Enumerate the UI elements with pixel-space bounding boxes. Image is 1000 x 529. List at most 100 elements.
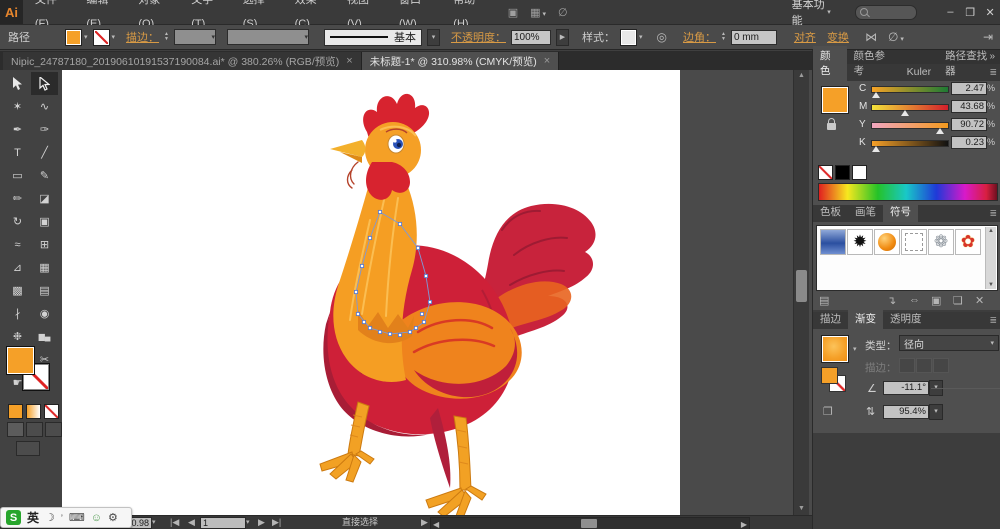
column-graph-tool[interactable]: ▆▄ <box>31 325 58 348</box>
tab-transparency[interactable]: 透明度 <box>883 309 929 329</box>
stroke-weight-dropdown[interactable]: ▾ <box>174 29 216 45</box>
sphere-symbol[interactable] <box>874 229 900 255</box>
pen-tool[interactable]: ✒ <box>4 118 31 141</box>
magenta-slider[interactable] <box>871 104 949 111</box>
pencil-tool[interactable]: ✏ <box>4 187 31 210</box>
symbols-scrollbar[interactable]: ▲ ▼ <box>985 227 996 289</box>
vertical-scroll-thumb[interactable] <box>796 270 807 302</box>
artboard-number-field[interactable] <box>200 517 246 529</box>
stroke-color-button[interactable]: ▾ <box>93 29 116 46</box>
color-spectrum-bar[interactable] <box>818 183 998 201</box>
panel-menu-icon[interactable]: ≣ <box>989 315 997 326</box>
scroll-up-icon[interactable]: ▲ <box>794 70 809 82</box>
stroke-along-button[interactable] <box>916 358 932 373</box>
moon-icon[interactable]: ☽ <box>45 511 55 524</box>
cyan-value[interactable]: 2.47 <box>951 82 987 95</box>
transform-link[interactable]: 变换 <box>827 29 849 45</box>
ime-toolbar[interactable]: S 英 ☽ ’ ⌨ ☺ ⚙ <box>0 507 132 528</box>
magenta-value[interactable]: 43.68 <box>951 100 987 113</box>
status-expand-icon[interactable]: ▶ <box>421 516 428 529</box>
align-link[interactable]: 对齐 <box>794 29 816 45</box>
corner-field[interactable] <box>731 30 777 45</box>
yellow-slider[interactable] <box>871 122 949 129</box>
magic-wand-tool[interactable]: ✶ <box>4 95 31 118</box>
symbol-libraries-icon[interactable]: ▤ <box>819 294 829 307</box>
minimize-button[interactable]: – <box>941 6 961 18</box>
brush-chevron-button[interactable]: ▾ <box>427 29 440 46</box>
isolate-selected-icon[interactable]: ∅▾ <box>885 30 907 44</box>
gradient-button[interactable] <box>26 404 41 419</box>
yellow-value[interactable]: 90.72 <box>951 118 987 131</box>
none-swatch[interactable] <box>818 165 833 180</box>
black-swatch[interactable] <box>835 165 850 180</box>
restore-button[interactable]: ❐ <box>960 6 980 19</box>
align-art-icon[interactable]: ⋈ <box>862 30 880 44</box>
cyan-slider[interactable] <box>871 86 949 93</box>
tab-symbols[interactable]: 符号 <box>883 202 918 222</box>
rooster-illustration[interactable] <box>62 70 680 515</box>
white-swatch[interactable] <box>852 165 867 180</box>
ime-language-label[interactable]: 英 <box>27 509 39 526</box>
artboard[interactable] <box>62 70 680 515</box>
gradient-chevron-icon[interactable]: ▾ <box>853 345 857 353</box>
gradient-tool[interactable]: ▤ <box>31 279 58 302</box>
tab-color[interactable]: 颜色 <box>813 46 847 81</box>
panel-menu-icon[interactable]: ≣ <box>989 67 997 78</box>
scroll-down-icon[interactable]: ▼ <box>794 503 809 515</box>
stroke-across-button[interactable] <box>933 358 949 373</box>
perspective-grid-tool[interactable]: ⊿ <box>4 256 31 279</box>
opacity-link[interactable]: 不透明度： <box>451 29 506 45</box>
mesh-tool[interactable]: ▦ <box>31 256 58 279</box>
color-button[interactable] <box>8 404 23 419</box>
scroll-right-icon[interactable]: ▶ <box>741 518 747 529</box>
direct-selection-tool[interactable] <box>31 72 58 95</box>
opacity-expand-button[interactable]: ▶ <box>556 29 569 46</box>
symbol-sprayer-tool[interactable]: ❉ <box>4 325 31 348</box>
tab-gradient[interactable]: 渐变 <box>848 309 883 329</box>
first-artboard-icon[interactable]: |◀ <box>170 516 179 529</box>
arrange-documents-icon[interactable]: ▦▾ <box>524 6 552 19</box>
search-input[interactable] <box>855 5 917 20</box>
fill-proxy-swatch[interactable] <box>6 346 35 375</box>
shape-builder-tool[interactable]: ⊞ <box>31 233 58 256</box>
person-icon[interactable]: ☺ <box>91 512 102 524</box>
canvas-area[interactable]: ▲ ▼ <box>62 70 812 515</box>
blob-brush-tool[interactable]: ✑ <box>31 118 58 141</box>
black-slider[interactable] <box>871 140 949 147</box>
tab-kuler[interactable]: Kuler <box>900 64 939 81</box>
horizontal-scrollbar[interactable]: ◀ ▶ <box>430 517 750 529</box>
scroll-left-icon[interactable]: ◀ <box>433 518 439 529</box>
scroll-up-icon[interactable]: ▲ <box>986 227 996 235</box>
gradient-type-dropdown[interactable]: 径向 ▾ <box>899 335 999 351</box>
fill-color-button[interactable]: ▾ <box>65 29 88 46</box>
zoom-dropdown-icon[interactable]: ▾ <box>152 516 156 529</box>
gradient-swatch[interactable] <box>821 335 849 363</box>
tab-stroke[interactable]: 描边 <box>813 309 848 329</box>
ink-splat-symbol[interactable]: ✹ <box>847 229 873 255</box>
tab-document-1[interactable]: Nipic_24787180_20190610191537190084.ai* … <box>3 52 362 70</box>
corner-link[interactable]: 边角： <box>683 29 716 45</box>
stroke-weight-stepper[interactable]: ▲ ▼ <box>164 32 169 42</box>
opacity-field[interactable] <box>511 30 551 45</box>
pattern-tool[interactable]: ▩ <box>4 279 31 302</box>
selection-tool[interactable] <box>4 72 31 95</box>
brush-definition-dropdown[interactable]: 基本 <box>324 29 422 46</box>
close-icon[interactable]: × <box>544 55 550 67</box>
symbol-options-icon[interactable]: ▣ <box>931 294 941 307</box>
lasso-tool[interactable]: ∿ <box>31 95 58 118</box>
prev-artboard-icon[interactable]: ◀ <box>188 516 195 529</box>
vertical-scrollbar[interactable]: ▲ ▼ <box>793 70 809 515</box>
horizontal-scroll-thumb[interactable] <box>581 519 597 528</box>
last-artboard-icon[interactable]: ▶| <box>272 516 281 529</box>
workspace-switcher[interactable]: 基本功能 <box>792 0 826 28</box>
width-tool[interactable]: ≈ <box>4 233 31 256</box>
sogou-logo[interactable]: S <box>6 510 21 525</box>
panel-menu-icon[interactable]: ≣ <box>989 208 997 219</box>
draw-behind-button[interactable] <box>26 422 43 437</box>
next-artboard-icon[interactable]: ▶ <box>258 516 265 529</box>
cs-live-icon[interactable]: ∅ <box>552 6 574 19</box>
none-button[interactable] <box>44 404 59 419</box>
reverse-gradient-icon[interactable]: ❐ <box>823 405 833 418</box>
black-value[interactable]: 0.23 <box>951 136 987 149</box>
mini-fill-swatch[interactable] <box>821 367 838 384</box>
